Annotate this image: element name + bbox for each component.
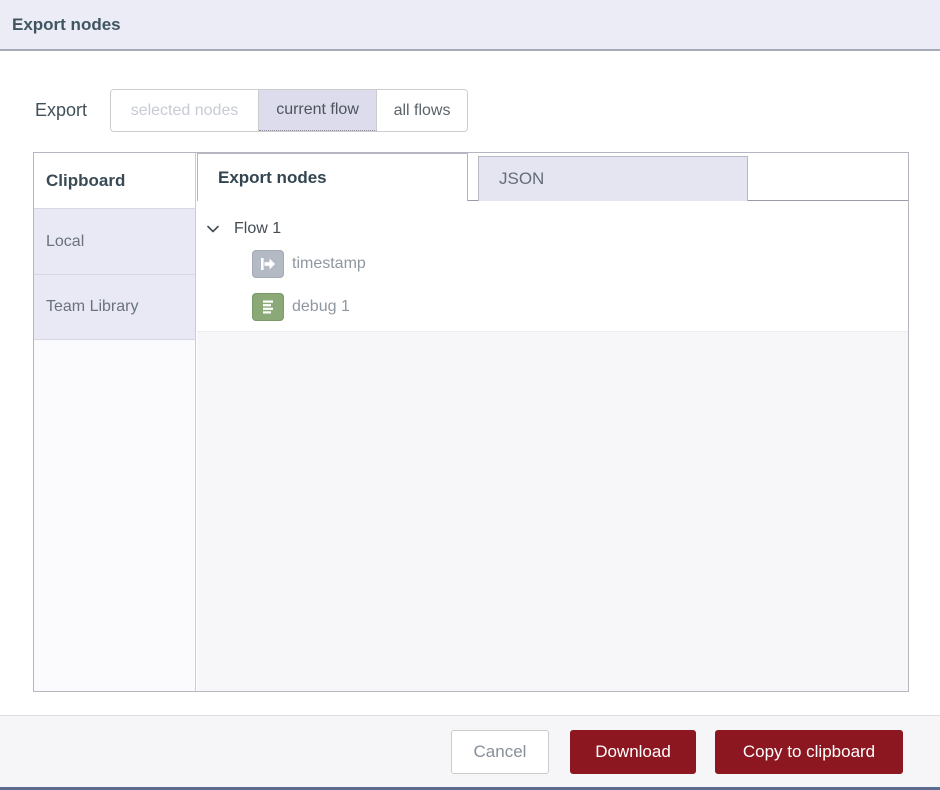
export-dialog: Export nodes Export selected nodes curre…	[0, 0, 940, 790]
tree-empty-area	[197, 331, 908, 691]
scope-selected-nodes-button[interactable]: selected nodes	[111, 90, 259, 131]
download-button[interactable]: Download	[570, 730, 696, 774]
export-main-area: Export nodes JSON Flow 1	[197, 153, 908, 691]
chevron-down-icon[interactable]	[205, 221, 221, 237]
scope-current-flow-button[interactable]: current flow	[259, 90, 377, 131]
inject-node-icon	[252, 250, 284, 278]
scope-all-flows-button[interactable]: all flows	[377, 90, 467, 131]
node-label: debug 1	[292, 298, 350, 316]
tree-row-flow[interactable]: Flow 1	[197, 210, 908, 247]
dialog-footer: Cancel Download Copy to clipboard	[0, 715, 940, 787]
export-scope-row: Export selected nodes current flow all f…	[35, 89, 468, 132]
sidebar-item-local[interactable]: Local	[34, 208, 195, 274]
dialog-header: Export nodes	[0, 0, 940, 51]
node-label: timestamp	[292, 255, 366, 273]
sidebar-header-clipboard: Clipboard	[34, 153, 195, 208]
node-tree: Flow 1 timestamp	[197, 201, 908, 691]
cancel-button[interactable]: Cancel	[451, 730, 549, 774]
sidebar-item-team-library[interactable]: Team Library	[34, 274, 195, 340]
export-panel: Clipboard Local Team Library Export node…	[33, 152, 909, 692]
dialog-title: Export nodes	[12, 15, 121, 35]
library-sidebar: Clipboard Local Team Library	[34, 153, 196, 691]
tab-bar: Export nodes JSON	[197, 153, 908, 201]
flow-label: Flow 1	[234, 220, 281, 238]
tab-json[interactable]: JSON	[478, 156, 748, 201]
tree-row-debug[interactable]: debug 1	[197, 288, 908, 325]
export-scope-button-group: selected nodes current flow all flows	[110, 89, 468, 132]
export-scope-label: Export	[35, 100, 87, 121]
tree-row-timestamp[interactable]: timestamp	[197, 245, 908, 282]
tab-export-nodes[interactable]: Export nodes	[197, 153, 468, 201]
copy-to-clipboard-button[interactable]: Copy to clipboard	[715, 730, 903, 774]
debug-node-icon	[252, 293, 284, 321]
